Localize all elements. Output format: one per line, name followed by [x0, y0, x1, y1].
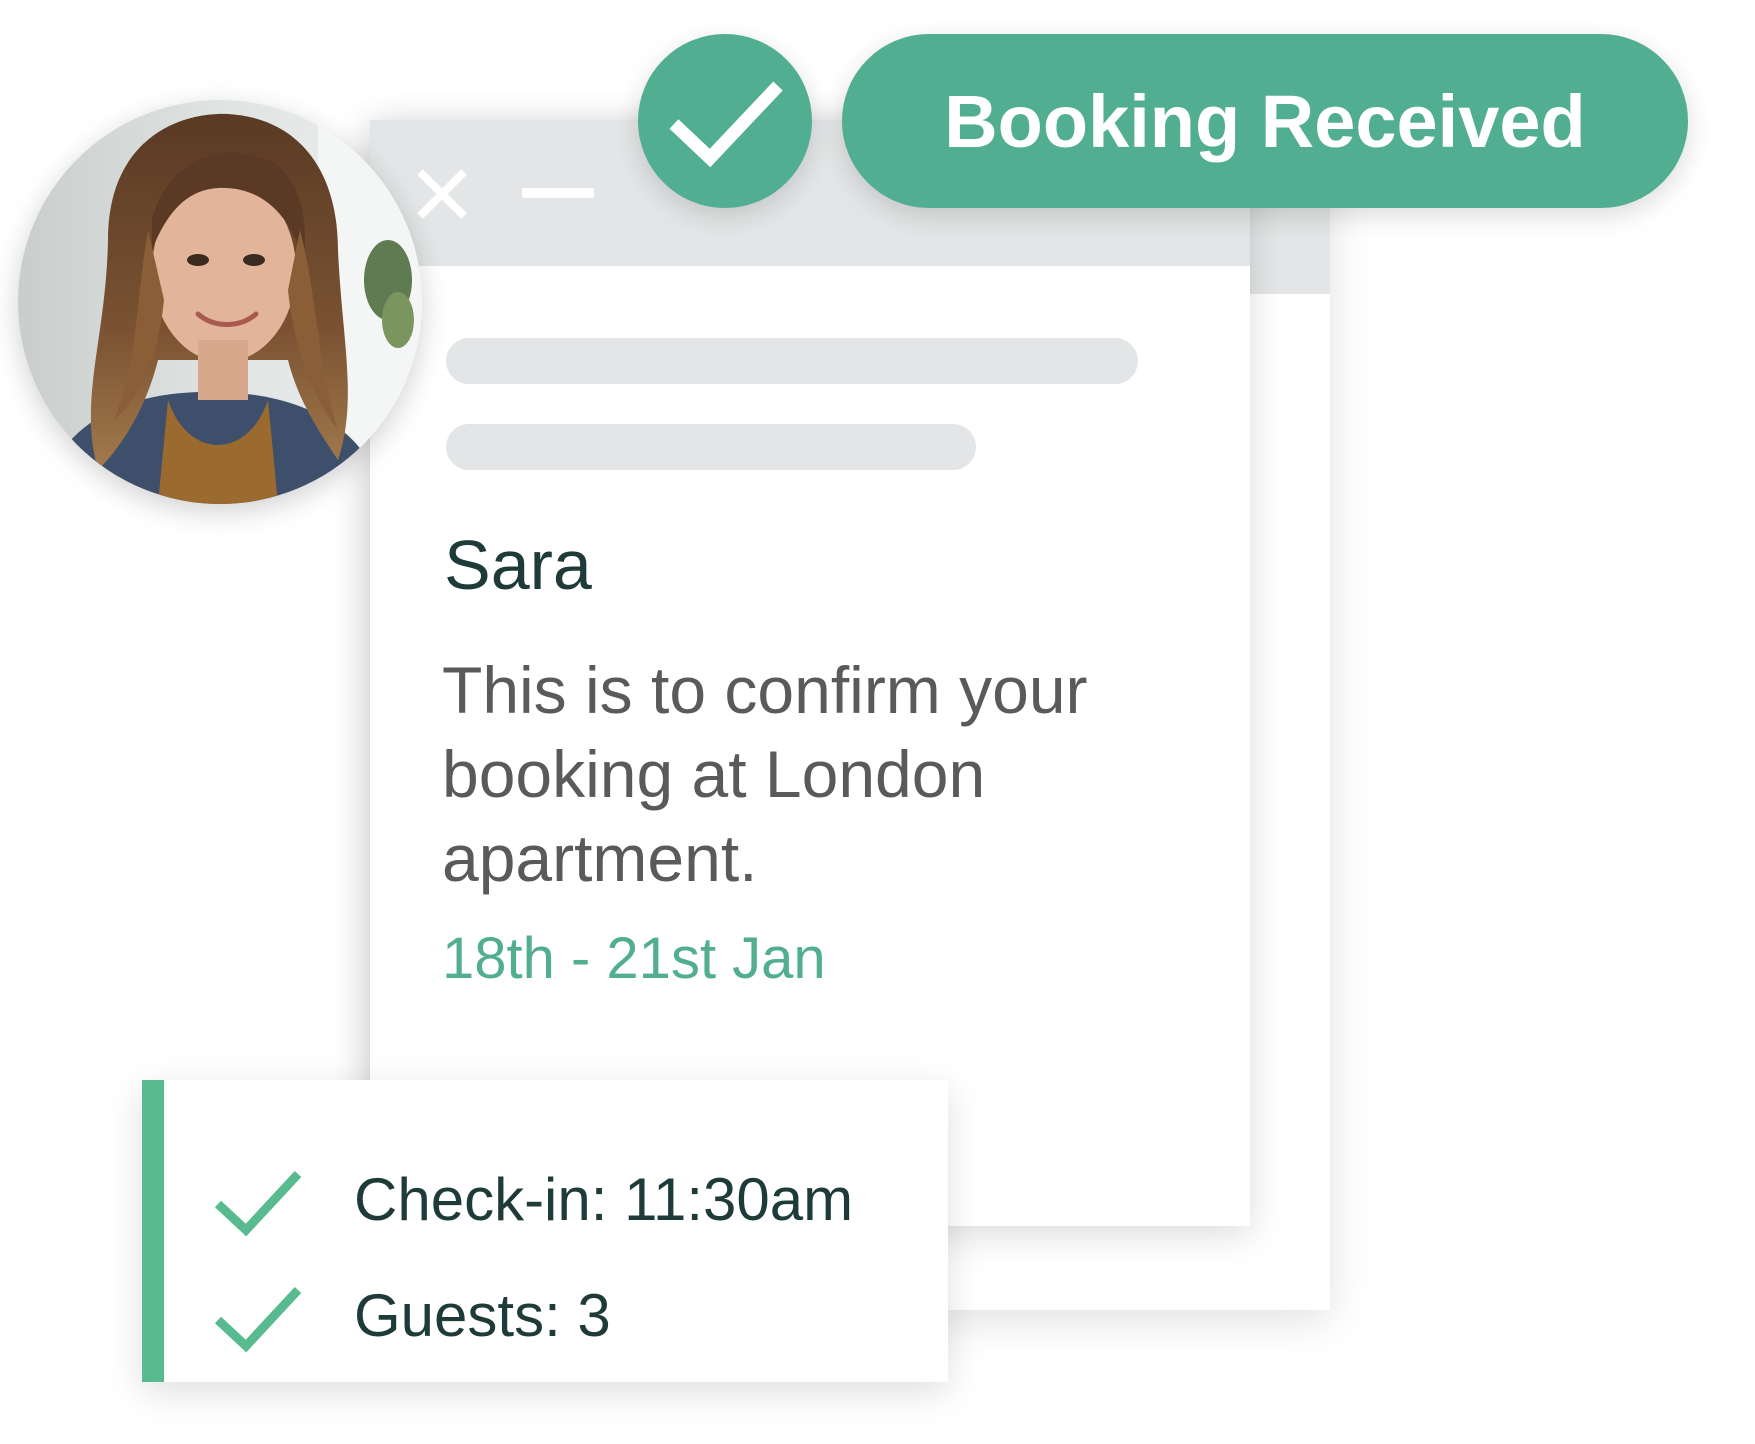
details-accent-bar	[142, 1080, 164, 1382]
close-icon[interactable]	[412, 164, 472, 224]
status-label: Booking Received	[944, 79, 1586, 163]
checkmark-icon	[669, 81, 783, 168]
detail-row-check-in: Check-in: 11:30am	[212, 1170, 912, 1260]
checkmark-icon	[214, 1170, 302, 1237]
placeholder-line	[446, 338, 1138, 384]
booking-confirmation-window: Sara This is to confirm your booking at …	[370, 120, 1250, 1226]
minimize-icon[interactable]	[522, 188, 594, 198]
placeholder-line	[446, 424, 976, 470]
check-in-label: Check-in: 11:30am	[354, 1166, 854, 1233]
booking-dates: 18th - 21st Jan	[442, 926, 826, 991]
avatar-portrait	[18, 100, 422, 504]
status-badge: Booking Received	[842, 34, 1688, 208]
booking-details-card: Check-in: 11:30am Guests: 3	[142, 1080, 948, 1382]
guest-avatar	[18, 100, 422, 504]
guest-name: Sara	[444, 526, 592, 604]
checkmark-icon	[214, 1286, 302, 1353]
confirmation-message: This is to confirm your booking at Londo…	[442, 653, 1088, 895]
detail-row-guests: Guests: 3	[212, 1286, 912, 1376]
guests-label: Guests: 3	[354, 1282, 611, 1349]
status-check-badge	[638, 34, 812, 208]
